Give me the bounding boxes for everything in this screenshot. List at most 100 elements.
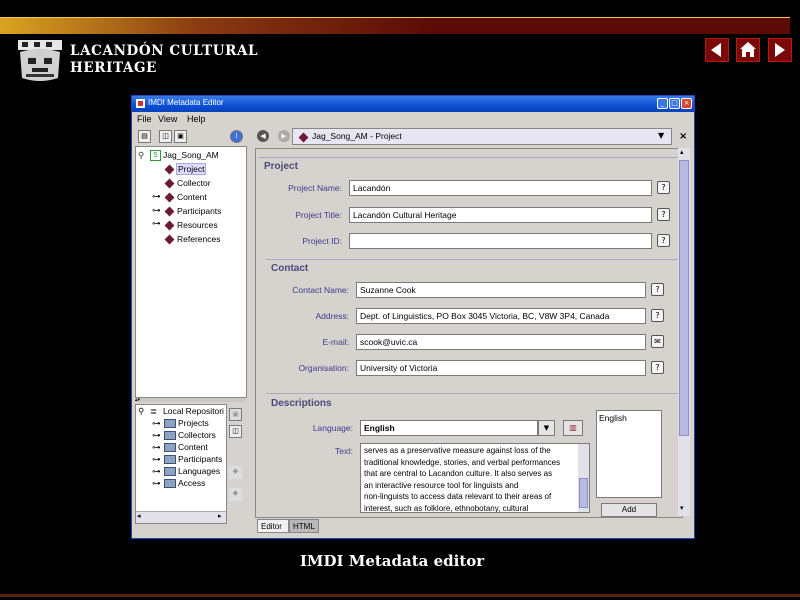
add-language-icon[interactable]: ▥ [563, 420, 583, 436]
form-scroll-thumb[interactable] [679, 160, 689, 436]
menu-file[interactable]: File [137, 114, 152, 124]
scroll-down-icon[interactable]: ▾ [680, 504, 684, 512]
tree-item-project[interactable]: Project [176, 163, 207, 175]
folder-icon [164, 479, 176, 488]
language-list-item[interactable]: English [599, 413, 627, 423]
metadata-form: Project Project Name: Lacandón ? Project… [255, 148, 683, 518]
breadcrumb-text: Jag_Song_AM - Project [312, 131, 402, 141]
forward-button[interactable] [768, 38, 792, 62]
contact-name-field[interactable]: Suzanne Cook [356, 282, 646, 298]
repo-item-content[interactable]: Content [178, 442, 208, 452]
repo-item-access[interactable]: Access [178, 478, 205, 488]
close-panel-button[interactable]: × [679, 131, 687, 142]
move-left-icon[interactable]: ◆ [229, 488, 242, 501]
tab-html[interactable]: HTML [289, 519, 319, 533]
tab-editor[interactable]: Editor [257, 519, 289, 533]
site-title: LACANDÓN CULTURAL HERITAGE [70, 43, 259, 76]
new-file-icon[interactable]: ▤ [138, 130, 151, 143]
text-label: Text: [335, 446, 353, 456]
horizontal-scrollbar[interactable]: ◂ ▸ [136, 511, 226, 523]
tree-item-collector[interactable]: Collector [177, 178, 211, 188]
import-icon[interactable]: ◫ [229, 425, 242, 438]
project-id-field[interactable] [349, 233, 652, 249]
textarea-scrollbar[interactable] [578, 444, 589, 512]
help-icon[interactable]: ? [657, 181, 670, 194]
project-name-label: Project Name: [288, 183, 342, 193]
expand-icon[interactable]: ⚲ [138, 150, 144, 161]
help-icon[interactable]: ? [651, 283, 664, 296]
folder-icon [164, 431, 176, 440]
language-list[interactable]: English [596, 410, 662, 498]
address-field[interactable]: Dept. of Linguistics, PO Box 3045 Victor… [356, 308, 646, 324]
tree-item-content[interactable]: Content [177, 192, 207, 202]
help-icon[interactable]: ? [651, 361, 664, 374]
close-window-button[interactable]: × [681, 98, 692, 109]
organisation-field[interactable]: University of Victoria [356, 360, 646, 376]
expand-icon[interactable]: ⊶ [152, 442, 161, 453]
section-contact-heading: Contact [271, 263, 309, 274]
expand-icon[interactable]: ⊶ [152, 466, 161, 477]
scroll-right-icon[interactable]: ▸ [218, 512, 222, 520]
folder-icon [164, 419, 176, 428]
description-line: interest, such as folklore, ethnobotany,… [364, 503, 529, 513]
info-icon[interactable]: i [230, 130, 243, 143]
expand-icon[interactable]: ⊶ [152, 218, 161, 229]
expand-icon[interactable]: ⊶ [152, 191, 161, 202]
scroll-left-icon[interactable]: ◂ [137, 512, 141, 520]
imdi-editor-window: IMDI Metadata Editor _ □ × File View Hel… [131, 95, 695, 539]
maximize-button[interactable]: □ [669, 98, 680, 109]
tree-item-resources[interactable]: Resources [177, 220, 218, 230]
project-title-field[interactable]: Lacandón Cultural Heritage [349, 207, 652, 223]
expand-icon[interactable]: ⊶ [152, 454, 161, 465]
folder-icon [164, 443, 176, 452]
expand-icon[interactable]: ⊶ [152, 430, 161, 441]
tree-root[interactable]: Jag_Song_AM [163, 150, 219, 160]
address-label: Address: [315, 311, 349, 321]
description-line: traditional knowledge, stories, and verb… [364, 457, 561, 467]
project-name-field[interactable]: Lacandón [349, 180, 652, 196]
repo-item-participants[interactable]: Participants [178, 454, 222, 464]
mail-icon[interactable]: ✉ [651, 335, 664, 348]
banner-bar [0, 18, 790, 34]
help-icon[interactable]: ? [657, 208, 670, 221]
help-icon[interactable]: ? [651, 309, 664, 322]
repository-root[interactable]: Local Repositori [163, 406, 224, 416]
tree-item-participants[interactable]: Participants [177, 206, 221, 216]
back-button[interactable] [705, 38, 729, 62]
project-id-label: Project ID: [302, 236, 342, 246]
home-button[interactable] [736, 38, 760, 62]
minimize-button[interactable]: _ [657, 98, 668, 109]
expand-icon[interactable]: ⊶ [152, 205, 161, 216]
tree-item-references[interactable]: References [177, 234, 220, 244]
splitter[interactable]: ▴▾ [135, 398, 245, 403]
email-field[interactable]: scook@uvic.ca [356, 334, 646, 350]
chevron-down-icon[interactable]: ▼ [538, 420, 555, 436]
expand-icon[interactable]: ⊶ [152, 418, 161, 429]
repo-item-languages[interactable]: Languages [178, 466, 220, 476]
expand-icon[interactable]: ⊶ [152, 478, 161, 489]
window-title: IMDI Metadata Editor [148, 98, 224, 107]
description-line: serves as a preservative measure against… [364, 446, 551, 455]
nav-back-icon[interactable]: ◀ [257, 130, 269, 142]
arrow-right-icon [775, 43, 785, 57]
scroll-up-icon[interactable]: ▴ [680, 148, 684, 156]
open-folder-icon[interactable]: ◫ [159, 130, 172, 143]
repo-item-projects[interactable]: Projects [178, 418, 209, 428]
move-right-icon[interactable]: ◆ [229, 466, 242, 479]
help-icon[interactable]: ? [657, 234, 670, 247]
expand-icon[interactable]: ⚲ [138, 406, 144, 417]
chevron-down-icon: ▼ [658, 131, 665, 140]
language-select[interactable]: English [360, 420, 538, 436]
footer-bar [0, 594, 800, 597]
textarea-scroll-thumb[interactable] [579, 478, 588, 508]
folder-icon [164, 455, 176, 464]
copy-icon[interactable]: ▣ [229, 408, 242, 421]
save-icon[interactable]: ▣ [174, 130, 187, 143]
add-button[interactable]: Add [601, 503, 657, 517]
menu-help[interactable]: Help [187, 114, 206, 124]
repo-item-collectors[interactable]: Collectors [178, 430, 216, 440]
description-textarea[interactable]: serves as a preservative measure against… [360, 443, 590, 513]
breadcrumb-select[interactable]: Jag_Song_AM - Project ▼ [292, 128, 672, 145]
menu-view[interactable]: View [158, 114, 177, 124]
nav-forward-icon[interactable]: ▶ [278, 130, 290, 142]
